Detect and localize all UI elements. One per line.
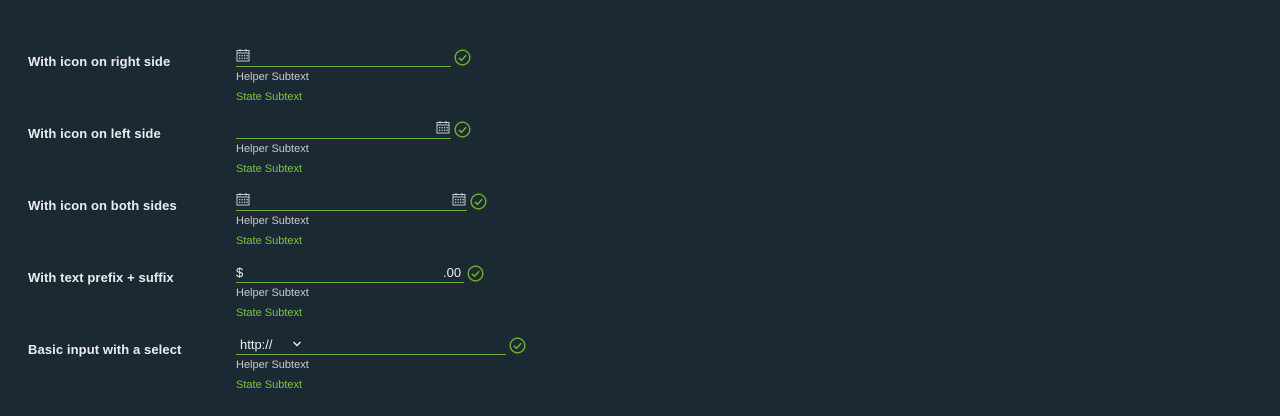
calendar-icon[interactable]	[236, 48, 250, 62]
field-label: With icon on both sides	[28, 198, 177, 213]
field-label: With icon on left side	[28, 126, 161, 141]
prefix-text: $	[236, 265, 244, 280]
field-label: With icon on right side	[28, 54, 171, 69]
text-input[interactable]	[236, 46, 451, 67]
helper-text: Helper Subtext	[236, 215, 309, 227]
text-input[interactable]: http://	[236, 334, 506, 355]
input-group-form: With icon on right side Helper Subtext S…	[0, 0, 1280, 416]
form-row-icon-right: With icon on right side Helper Subtext S…	[0, 46, 1280, 118]
helper-text: Helper Subtext	[236, 71, 309, 83]
text-input[interactable]	[236, 118, 451, 139]
state-text: State Subtext	[236, 163, 303, 175]
field-label: With text prefix + suffix	[28, 270, 174, 285]
success-check-icon	[454, 49, 471, 66]
field-label: Basic input with a select	[28, 342, 182, 357]
helper-text: Helper Subtext	[236, 359, 309, 371]
calendar-icon[interactable]	[236, 192, 250, 206]
state-text: State Subtext	[236, 91, 303, 103]
protocol-select[interactable]: http://	[236, 336, 304, 352]
helper-text: Helper Subtext	[236, 287, 309, 299]
calendar-icon[interactable]	[452, 192, 466, 206]
form-row-icon-both: With icon on both sides Helper Subtext S	[0, 190, 1280, 262]
text-input[interactable]	[236, 190, 467, 211]
state-text: State Subtext	[236, 235, 303, 247]
helper-text: Helper Subtext	[236, 143, 309, 155]
success-check-icon	[509, 337, 526, 354]
success-check-icon	[470, 193, 487, 210]
state-text: State Subtext	[236, 379, 303, 391]
success-check-icon	[454, 121, 471, 138]
suffix-text: .00	[443, 265, 462, 280]
select-value: http://	[240, 337, 273, 352]
form-row-prefix-suffix: With text prefix + suffix $ .00 Helper S…	[0, 262, 1280, 334]
chevron-down-icon	[293, 341, 301, 347]
form-row-select: Basic input with a select http:// Helper…	[0, 334, 1280, 406]
form-row-icon-left: With icon on left side Helper Subtext St…	[0, 118, 1280, 190]
success-check-icon	[467, 265, 484, 282]
state-text: State Subtext	[236, 307, 303, 319]
text-input[interactable]: $ .00	[236, 262, 464, 283]
calendar-icon[interactable]	[436, 120, 450, 134]
